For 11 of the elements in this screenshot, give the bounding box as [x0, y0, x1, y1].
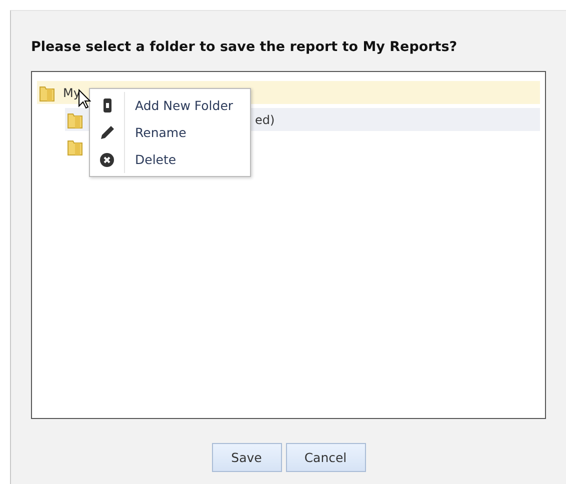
folder-icon: [67, 110, 83, 128]
dialog-prompt: Please select a folder to save the report to My Reports?: [31, 39, 458, 55]
folder-icon: [67, 138, 83, 156]
folder-label: ed): [255, 112, 275, 126]
save-button[interactable]: Save: [212, 443, 282, 472]
device-icon: [102, 98, 112, 113]
close-circle-icon: [100, 152, 114, 166]
folder-icon: [39, 84, 55, 102]
cancel-button[interactable]: Cancel: [286, 443, 366, 472]
pencil-icon: [100, 125, 114, 140]
menu-item[interactable]: Delete: [90, 146, 250, 173]
